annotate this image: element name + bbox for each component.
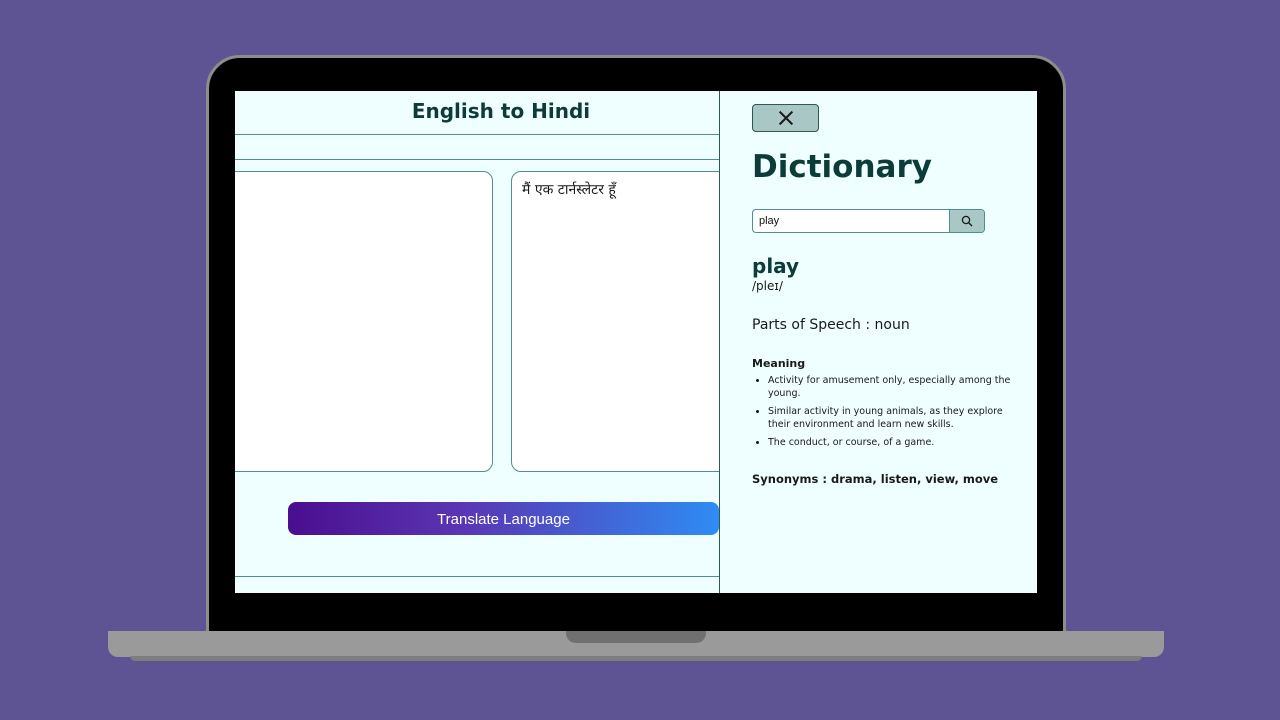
- laptop-base-shadow: [130, 656, 1142, 661]
- meaning-heading: Meaning: [752, 357, 806, 370]
- parts-of-speech: Parts of Speech : noun: [752, 317, 910, 333]
- dictionary-panel: Dictionary play /pleɪ/ Parts of Speech :…: [719, 91, 1037, 593]
- language-bar: [235, 135, 719, 160]
- phonetic-text: /pleɪ/: [752, 279, 783, 293]
- footer-divider: [235, 576, 719, 577]
- laptop-notch: [566, 631, 706, 643]
- search-button[interactable]: [949, 210, 984, 232]
- synonyms-text: Synonyms : drama, listen, view, move: [752, 472, 999, 486]
- close-button[interactable]: [752, 104, 819, 132]
- word-heading: play: [752, 254, 800, 278]
- translate-button[interactable]: Translate Language: [288, 502, 719, 535]
- source-text-input[interactable]: [235, 171, 493, 472]
- meaning-item: Similar activity in young animals, as th…: [768, 406, 1012, 431]
- meaning-item: The conduct, or course, of a game.: [768, 437, 1012, 450]
- meaning-item: Activity for amusement only, especially …: [768, 375, 1012, 400]
- meaning-list: Activity for amusement only, especially …: [752, 375, 1012, 456]
- page-title: English to Hindi: [235, 91, 767, 135]
- search-bar: [752, 209, 985, 233]
- search-icon: [961, 215, 973, 227]
- dictionary-title: Dictionary: [752, 149, 932, 185]
- translator-panel: English to Hindi मैं एक टार्नस्लेटर हूँ …: [235, 91, 767, 593]
- translated-text-output: मैं एक टार्नस्लेटर हूँ: [511, 171, 741, 472]
- search-input[interactable]: [753, 210, 949, 232]
- stage: English to Hindi मैं एक टार्नस्लेटर हूँ …: [0, 0, 1280, 720]
- laptop-screen: English to Hindi मैं एक टार्नस्लेटर हूँ …: [235, 91, 1037, 593]
